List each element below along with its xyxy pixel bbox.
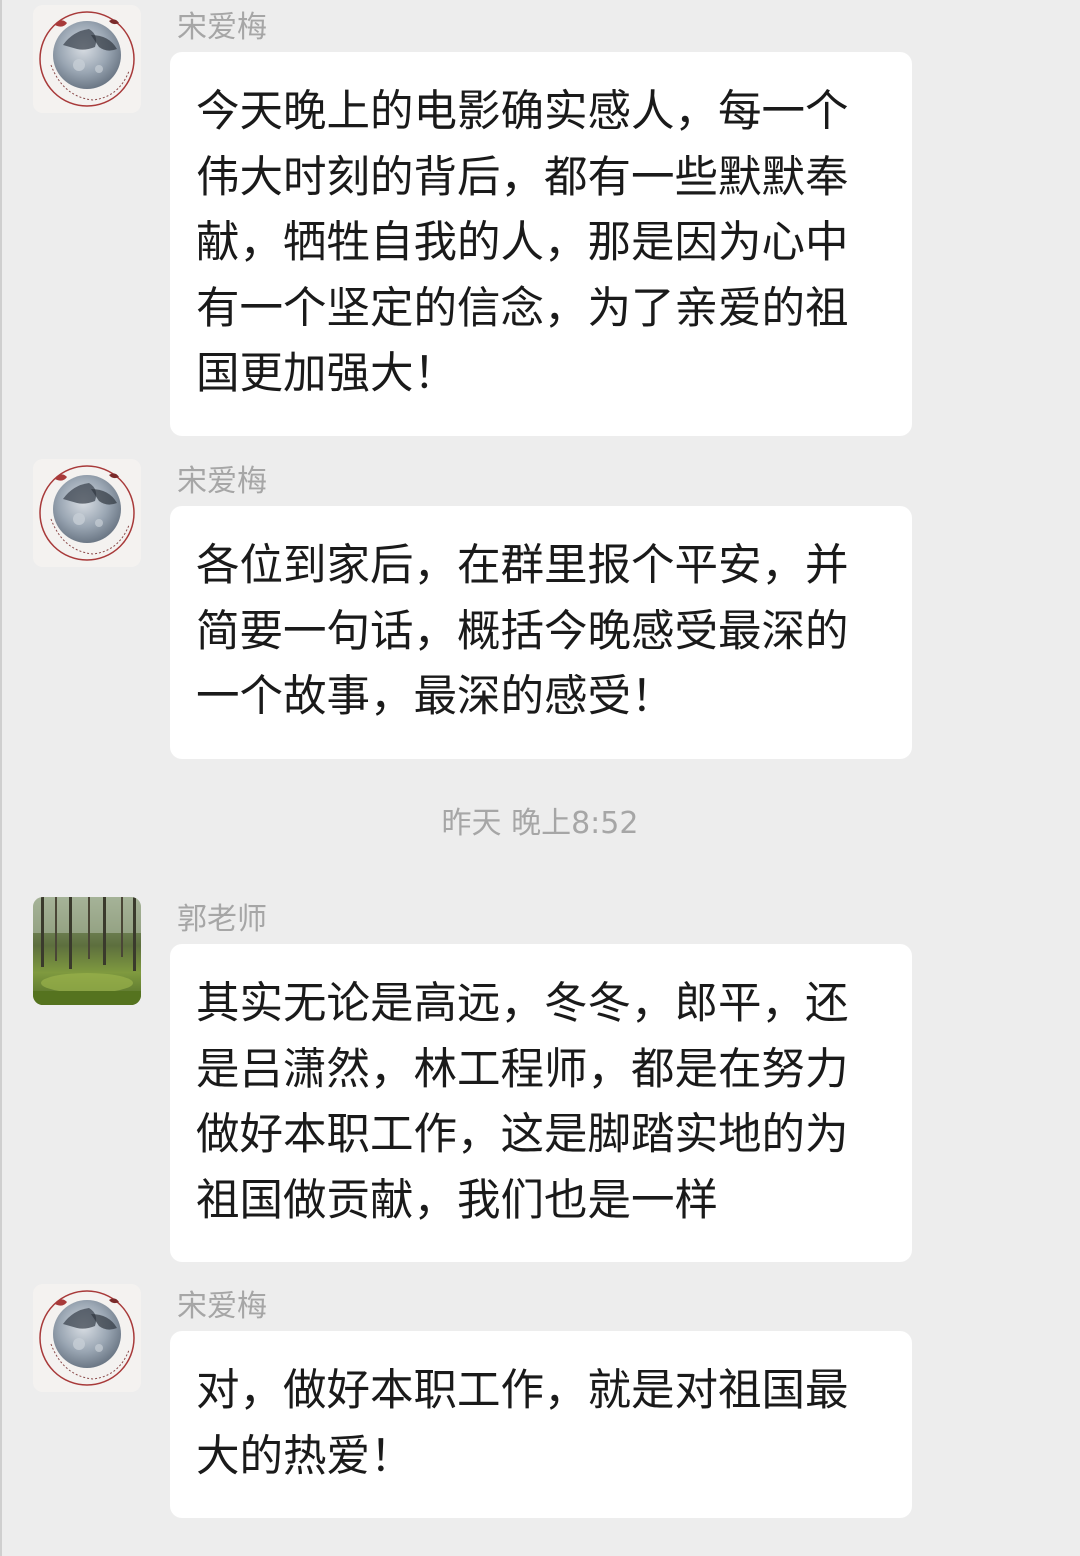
avatar[interactable] — [33, 459, 141, 567]
message-bubble[interactable]: 其实无论是高远，冬冬，郎平，还是吕潇然，林工程师，都是在努力做好本职工作，这是脚… — [170, 944, 912, 1262]
shandong-university-logo-icon — [33, 459, 141, 567]
sender-name: 宋爱梅 — [177, 1289, 267, 1324]
forest-photo-icon — [33, 897, 141, 1005]
sender-name: 郭老师 — [177, 902, 267, 937]
avatar[interactable] — [33, 897, 141, 1005]
shandong-university-logo-icon — [33, 5, 141, 113]
shandong-university-logo-icon — [33, 1284, 141, 1392]
left-edge-divider — [0, 0, 2, 1556]
message-bubble[interactable]: 各位到家后，在群里报个平安，并简要一句话，概括今晚感受最深的一个故事，最深的感受… — [170, 506, 912, 759]
avatar[interactable] — [33, 5, 141, 113]
avatar[interactable] — [33, 1284, 141, 1392]
sender-name: 宋爱梅 — [177, 464, 267, 499]
message-bubble[interactable]: 对，做好本职工作，就是对祖国最大的热爱！ — [170, 1331, 912, 1518]
message-bubble[interactable]: 今天晚上的电影确实感人，每一个伟大时刻的背后，都有一些默默奉献，牺牲自我的人，那… — [170, 52, 912, 436]
message-timestamp: 昨天 晚上8:52 — [441, 806, 639, 841]
sender-name: 宋爱梅 — [177, 10, 267, 45]
